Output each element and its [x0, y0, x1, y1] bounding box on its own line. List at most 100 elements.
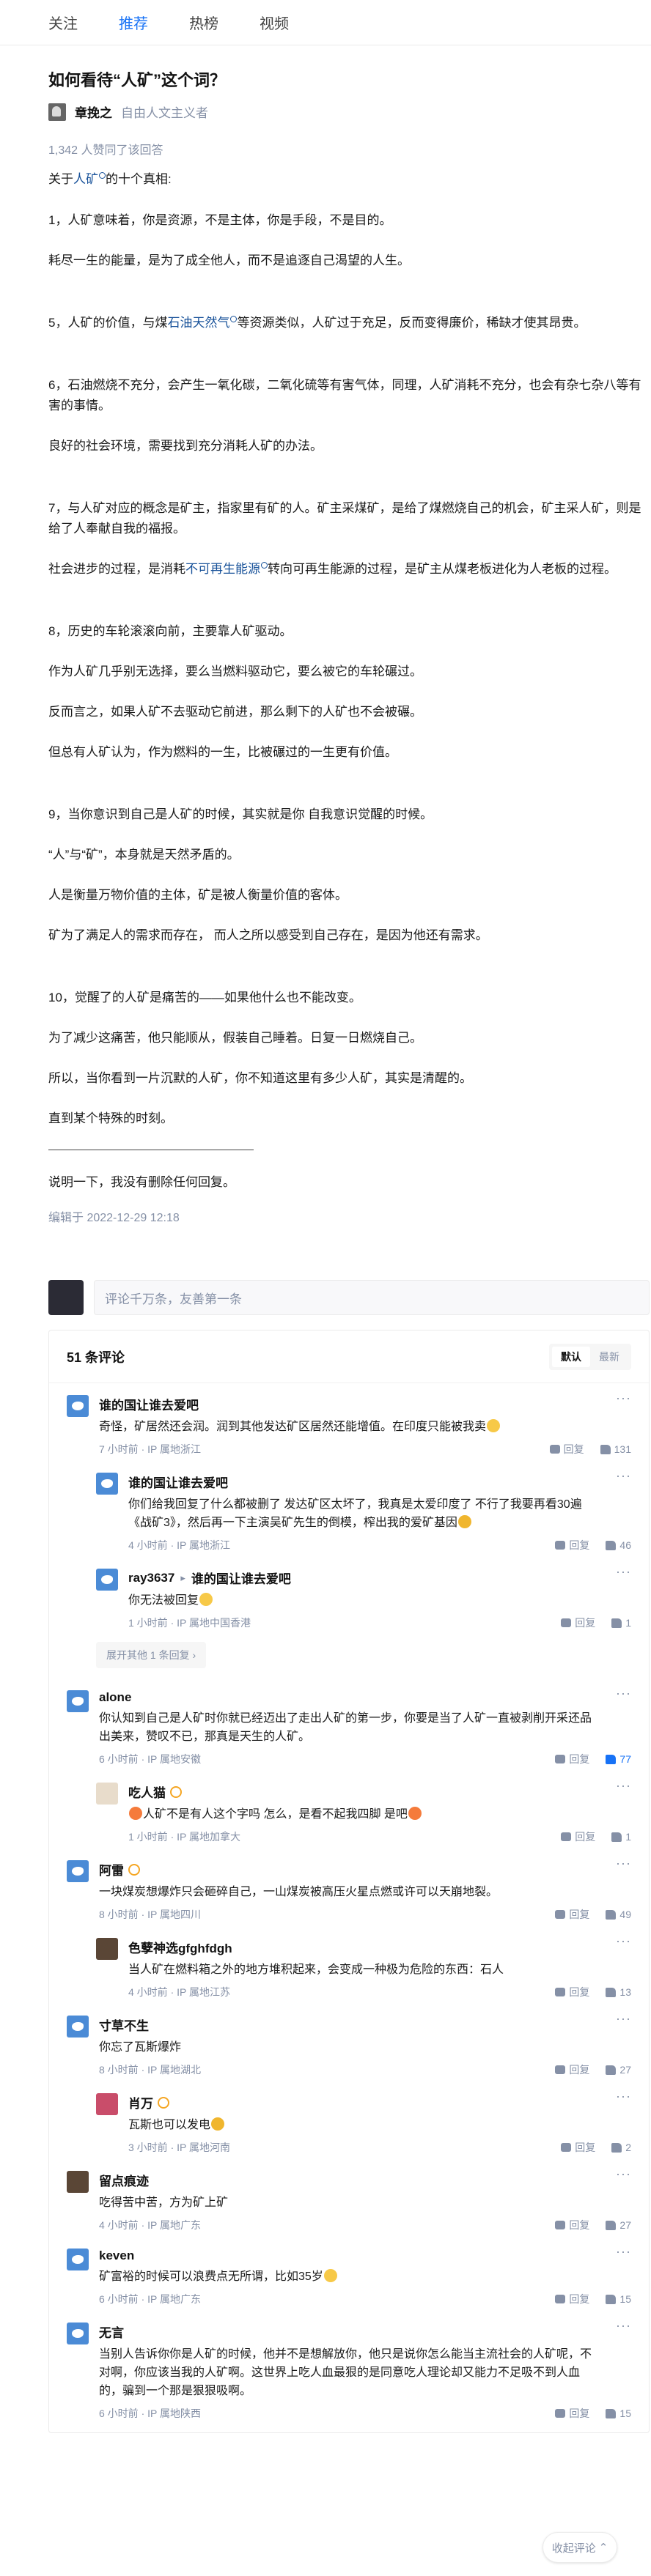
reply-button[interactable]: 回复	[561, 2140, 595, 2155]
user-avatar[interactable]	[67, 2171, 89, 2193]
more-options-icon[interactable]: ···	[616, 1391, 631, 1406]
more-options-icon[interactable]: ···	[616, 2089, 631, 2104]
comment-composer: 评论千万条，友善第一条	[48, 1280, 650, 1315]
reply-button[interactable]: 回复	[555, 1752, 589, 1766]
search-link[interactable]: 不可再生能源	[185, 562, 260, 576]
like-button[interactable]: 131	[600, 1443, 631, 1455]
crying-emoji-icon	[211, 2117, 225, 2131]
user-avatar[interactable]	[67, 1690, 89, 1712]
paragraph: “人”与“矿”，本身就是天然矛盾的。	[48, 848, 240, 862]
comment-username[interactable]: 无言	[99, 2323, 124, 2341]
comment-text: 吃得苦中苦，方为矿上矿	[99, 2196, 229, 2209]
reply-icon	[555, 2065, 566, 2074]
comment-username[interactable]: 色孽神选gfghfdgh	[128, 1938, 232, 1956]
paragraph: 为了减少这痛苦，他只能顺从，假装自己睡着。日复一日燃烧自己。	[48, 1031, 422, 1045]
more-options-icon[interactable]: ···	[616, 2318, 631, 2333]
reply-button[interactable]: 回复	[555, 2062, 589, 2077]
comment-meta: 7 小时前 · IP 属地浙江	[99, 1443, 201, 1455]
like-button[interactable]: 27	[606, 2064, 631, 2076]
author-avatar[interactable]	[48, 103, 66, 121]
like-button[interactable]: 13	[606, 1986, 631, 1998]
like-button[interactable]: 15	[606, 2407, 631, 2419]
emoji-icon	[323, 2269, 337, 2282]
edit-timestamp[interactable]: 编辑于 2022-12-29 12:18	[48, 1208, 650, 1229]
comment-username[interactable]: 吃人猫	[128, 1783, 166, 1801]
comment-item: alone 你认知到自己是人矿时你就已经迈出了走出人矿的第一步，你要是当了人矿一…	[49, 1679, 649, 1771]
more-options-icon[interactable]: ···	[616, 1856, 631, 1871]
reply-button[interactable]: 回复	[561, 1829, 595, 1844]
angry-emoji-icon	[129, 1807, 142, 1820]
comment-username[interactable]: 谁的国让谁去爱吧	[99, 1395, 199, 1413]
reply-button[interactable]: 回复	[561, 1615, 595, 1630]
user-avatar[interactable]	[96, 1783, 118, 1805]
more-options-icon[interactable]: ···	[616, 1933, 631, 1949]
search-link[interactable]: 人矿	[73, 172, 98, 186]
search-link[interactable]: 石油天然气	[167, 316, 229, 330]
user-avatar[interactable]	[67, 2249, 89, 2270]
user-avatar[interactable]	[96, 2093, 118, 2115]
user-avatar[interactable]	[67, 2016, 89, 2038]
comment-username[interactable]: 肖万	[128, 2093, 153, 2111]
tab-hot[interactable]: 热榜	[189, 12, 218, 33]
tab-follow[interactable]: 关注	[48, 12, 78, 33]
user-avatar[interactable]	[67, 2323, 89, 2344]
reply-icon	[561, 1618, 572, 1627]
user-avatar[interactable]	[96, 1938, 118, 1960]
author-name[interactable]: 章挽之	[75, 103, 112, 121]
user-avatar[interactable]	[96, 1569, 118, 1591]
reply-button[interactable]: 回复	[549, 1442, 584, 1457]
reply-icon	[555, 1988, 566, 1996]
reply-button[interactable]: 回复	[555, 2292, 589, 2306]
collapse-comments-button[interactable]: 收起评论 ⌃	[542, 2532, 617, 2563]
paragraph: 7，与人矿对应的概念是矿主，指家里有矿的人。矿主采煤矿，是给了煤燃烧自己的机会，…	[48, 501, 641, 536]
reply-button[interactable]: 回复	[555, 2218, 589, 2232]
thumbs-up-icon	[606, 1909, 617, 1920]
tab-recommend[interactable]: 推荐	[119, 12, 148, 33]
more-options-icon[interactable]: ···	[616, 1686, 631, 1701]
tab-video[interactable]: 视频	[260, 12, 289, 33]
more-options-icon[interactable]: ···	[616, 2244, 631, 2259]
comment-text: 你认知到自己是人矿时你就已经迈出了走出人矿的第一步，你要是当了人矿一直被剥削开采…	[99, 1712, 592, 1743]
like-button[interactable]: 1	[611, 1831, 631, 1843]
reply-button[interactable]: 回复	[555, 1907, 589, 1922]
comment-username[interactable]: 谁的国让谁去爱吧	[128, 1473, 228, 1491]
sort-latest-button[interactable]: 最新	[590, 1347, 628, 1367]
reply-to-username[interactable]: 谁的国让谁去爱吧	[191, 1569, 291, 1587]
user-avatar[interactable]	[96, 1473, 118, 1495]
question-title[interactable]: 如何看待“人矿”这个词？	[48, 67, 651, 91]
more-options-icon[interactable]: ···	[616, 2166, 631, 2182]
more-options-icon[interactable]: ···	[616, 1564, 631, 1580]
like-button[interactable]: 46	[606, 1539, 631, 1551]
like-button[interactable]: 1	[611, 1617, 631, 1629]
more-options-icon[interactable]: ···	[616, 1468, 631, 1484]
like-button[interactable]: 2	[611, 2142, 631, 2153]
sort-default-button[interactable]: 默认	[552, 1346, 590, 1367]
user-avatar[interactable]	[67, 1395, 89, 1417]
comment-username[interactable]: alone	[99, 1690, 131, 1705]
like-button[interactable]: 27	[606, 2219, 631, 2231]
comment-username[interactable]: 阿雷	[99, 1860, 124, 1879]
emoji-icon	[199, 1593, 213, 1606]
comment-username[interactable]: 留点痕迹	[99, 2171, 149, 2189]
comment-input[interactable]: 评论千万条，友善第一条	[94, 1280, 650, 1315]
comment-meta: 6 小时前 · IP 属地广东	[99, 2293, 201, 2305]
like-button[interactable]: 77	[606, 1753, 631, 1765]
comment-item: 寸草不生 你忘了瓦斯爆炸 8 小时前 · IP 属地湖北 回复 27 ···	[49, 2004, 649, 2081]
comment-meta: 6 小时前 · IP 属地安徽	[99, 1753, 201, 1765]
comment-meta: 8 小时前 · IP 属地四川	[99, 1909, 201, 1920]
paragraph: 但总有人矿认为，作为燃料的一生，比被碾过的一生更有价值。	[48, 745, 397, 759]
like-button[interactable]: 15	[606, 2293, 631, 2305]
reply-button[interactable]: 回复	[555, 1985, 589, 1999]
reply-button[interactable]: 回复	[555, 2406, 589, 2421]
expand-replies-button[interactable]: 展开其他 1 条回复 ›	[96, 1642, 207, 1668]
user-avatar[interactable]	[67, 1860, 89, 1882]
more-options-icon[interactable]: ···	[616, 2011, 631, 2027]
comment-username[interactable]: 寸草不生	[99, 2016, 149, 2034]
more-options-icon[interactable]: ···	[616, 1778, 631, 1794]
comment-username[interactable]: ray3637	[128, 1571, 174, 1585]
like-button[interactable]: 49	[606, 1909, 631, 1920]
thumbs-up-icon	[606, 2065, 617, 2075]
comment-username[interactable]: keven	[99, 2249, 134, 2263]
reply-button[interactable]: 回复	[555, 1538, 589, 1552]
comments-panel: 51 条评论 默认 最新 谁的国让谁去爱吧 奇怪，矿居然还会润。润到其他发达矿区…	[48, 1330, 650, 2433]
